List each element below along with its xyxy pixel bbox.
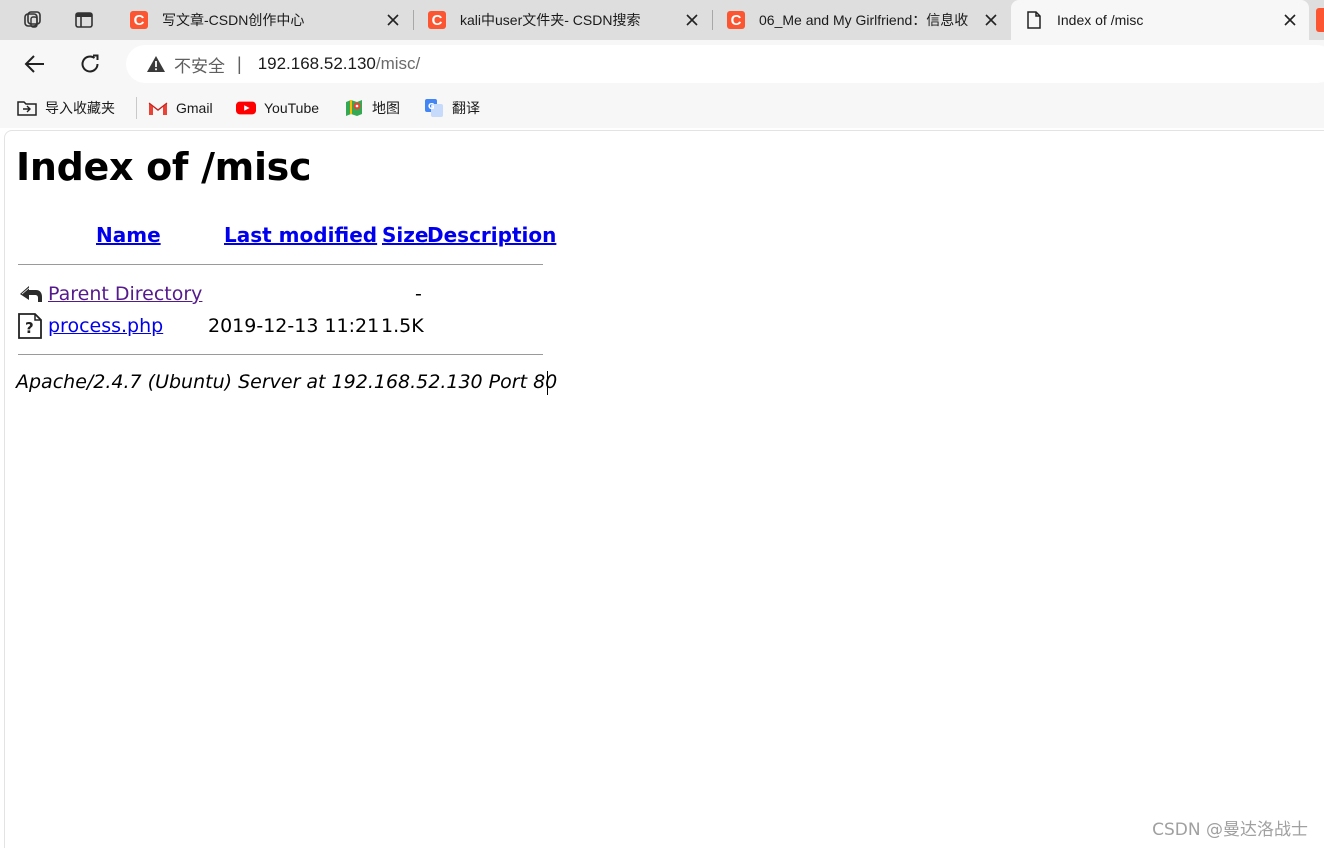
gmail-icon	[148, 98, 168, 118]
tab-overflow-edge	[1316, 8, 1324, 32]
bookmark-youtube[interactable]: YouTube	[236, 97, 319, 119]
warning-icon[interactable]	[146, 54, 166, 74]
close-icon[interactable]	[384, 11, 402, 29]
tab-title: 写文章-CSDN创作中心	[162, 12, 305, 28]
close-icon[interactable]	[1281, 11, 1299, 29]
page-icon	[1025, 11, 1043, 29]
bookmark-import[interactable]: 导入收藏夹	[17, 97, 115, 119]
bookmark-gmail[interactable]: Gmail	[148, 97, 213, 119]
url-path[interactable]: /misc/	[376, 54, 420, 74]
reload-button[interactable]	[75, 49, 105, 79]
server-signature: Apache/2.4.7 (Ubuntu) Server at 192.168.…	[16, 371, 558, 393]
back-arrow-icon[interactable]	[18, 281, 44, 307]
close-icon[interactable]	[982, 11, 1000, 29]
unknown-file-icon[interactable]: ?	[18, 313, 44, 339]
csdn-icon: C	[428, 11, 446, 29]
page-title: Index of /misc	[16, 145, 312, 189]
security-status[interactable]: 不安全	[174, 52, 225, 77]
tab-title: kali中user文件夹- CSDN搜索	[460, 12, 641, 28]
sort-by-name-link[interactable]: Name	[96, 223, 161, 247]
parent-directory-link[interactable]: Parent Directory	[48, 283, 202, 305]
tab-actions-icon[interactable]	[70, 6, 98, 34]
tab-title: 06_Me and My Girlfriend：信息收	[759, 12, 969, 28]
tab-title: Index of /misc	[1057, 12, 1144, 28]
bookmark-maps[interactable]: 地图	[344, 97, 400, 119]
table-divider-bottom	[18, 354, 543, 355]
translate-icon: G	[424, 98, 444, 118]
svg-text:G: G	[428, 102, 435, 111]
close-icon[interactable]	[683, 11, 701, 29]
tab-strip: C 写文章-CSDN创作中心 C kali中user文件夹- CSDN搜索 C …	[0, 0, 1324, 40]
bookmark-label: 地图	[372, 100, 400, 116]
tab-csdn-search[interactable]: C kali中user文件夹- CSDN搜索	[414, 0, 711, 40]
maps-icon	[344, 98, 364, 118]
back-button[interactable]	[20, 49, 50, 79]
file-modified-date: 2019-12-13 11:21	[208, 315, 380, 337]
bookmark-label: 导入收藏夹	[45, 100, 115, 116]
text-caret	[547, 371, 548, 395]
csdn-icon: C	[727, 11, 745, 29]
sort-by-description-link[interactable]: Description	[427, 223, 556, 247]
bookmarks-divider	[136, 97, 137, 119]
csdn-icon: C	[130, 11, 148, 29]
page-content: Index of /misc Name Last modified Size D…	[4, 130, 1324, 848]
svg-text:?: ?	[25, 319, 34, 337]
file-size: 1.5K	[381, 315, 424, 337]
bookmark-label: Gmail	[176, 100, 213, 116]
table-divider-top	[18, 264, 543, 265]
bookmarks-bar: 导入收藏夹 Gmail YouTube 地图 G 翻译	[0, 88, 1324, 128]
address-bar[interactable]: 不安全 | 192.168.52.130/misc/	[126, 45, 1324, 83]
bookmark-label: 翻译	[452, 100, 480, 116]
file-link[interactable]: process.php	[48, 315, 163, 337]
url-host[interactable]: 192.168.52.130	[258, 54, 376, 74]
tab-index-misc[interactable]: Index of /misc	[1011, 0, 1309, 40]
tab-csdn-editor[interactable]: C 写文章-CSDN创作中心	[116, 0, 412, 40]
watermark: CSDN @曼达洛战士	[1152, 820, 1308, 840]
bookmark-translate[interactable]: G 翻译	[424, 97, 480, 119]
youtube-icon	[236, 98, 256, 118]
workspaces-icon[interactable]	[18, 6, 46, 34]
sort-by-last-modified-link[interactable]: Last modified	[224, 223, 377, 247]
omnibox-separator: |	[237, 53, 242, 74]
file-size: -	[415, 283, 422, 305]
import-bookmarks-icon	[17, 98, 37, 118]
sort-by-size-link[interactable]: Size	[382, 223, 428, 247]
tab-csdn-article[interactable]: C 06_Me and My Girlfriend：信息收	[713, 0, 1010, 40]
navigation-toolbar: 不安全 | 192.168.52.130/misc/	[0, 40, 1324, 88]
bookmark-label: YouTube	[264, 100, 320, 116]
